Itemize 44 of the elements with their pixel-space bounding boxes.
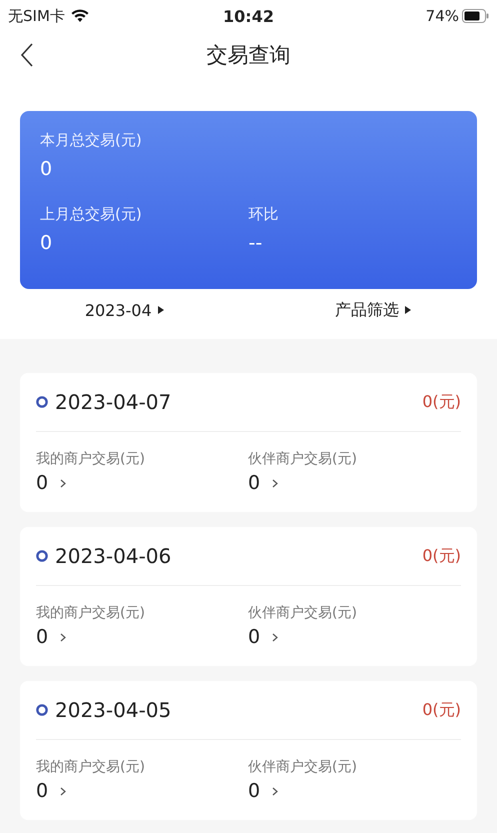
chevron-icon — [60, 786, 66, 796]
metric-label: 伙伴商户交易(元) — [248, 604, 358, 622]
metric-label: 我的商户交易(元) — [36, 604, 146, 622]
metric-value[interactable]: 0 — [248, 472, 260, 494]
back-icon[interactable] — [20, 43, 34, 67]
chevron-icon — [272, 478, 278, 488]
circle-icon — [36, 704, 48, 716]
metric-value[interactable]: 0 — [248, 780, 260, 802]
metric-value[interactable]: 0 — [36, 472, 48, 494]
summary-value: -- — [248, 232, 264, 254]
metric-label: 我的商户交易(元) — [36, 758, 146, 776]
total-amount: 0(元) — [422, 700, 461, 720]
circle-icon — [36, 550, 48, 562]
metric-value[interactable]: 0 — [36, 626, 48, 648]
battery-icon — [462, 9, 489, 23]
wifi-icon — [70, 9, 89, 23]
metric-value[interactable]: 0 — [36, 780, 48, 802]
date-text: 2023-04-06 — [55, 544, 172, 568]
filter-dropdown[interactable]: 2023-04 — [84, 300, 152, 320]
date-text: 2023-04-05 — [55, 698, 172, 722]
summary-label: 上月总交易(元) — [40, 205, 143, 224]
battery-text: 74% — [426, 7, 459, 25]
triangle-icon — [404, 306, 411, 314]
filter-dropdown[interactable]: 产品筛选 — [334, 300, 399, 320]
date-text: 2023-04-07 — [55, 390, 172, 414]
summary-label: 环比 — [248, 205, 280, 224]
carrier-text: 无SIM卡 — [8, 6, 65, 26]
total-amount: 0(元) — [422, 546, 461, 566]
chevron-icon — [60, 632, 66, 642]
time-text: 10:42 — [223, 6, 274, 26]
chevron-icon — [60, 478, 66, 488]
metric-label: 伙伴商户交易(元) — [248, 758, 358, 776]
summary-value: 0 — [40, 158, 54, 180]
metric-value[interactable]: 0 — [248, 626, 260, 648]
triangle-icon — [158, 306, 164, 314]
summary-value: 0 — [40, 232, 54, 254]
summary-label: 本月总交易(元) — [40, 131, 143, 150]
chevron-icon — [272, 632, 278, 642]
chevron-icon — [272, 786, 278, 796]
metric-label: 伙伴商户交易(元) — [248, 450, 358, 468]
circle-icon — [36, 396, 48, 408]
page-title: 交易查询 — [206, 42, 290, 69]
total-amount: 0(元) — [422, 392, 461, 412]
metric-label: 我的商户交易(元) — [36, 450, 146, 468]
